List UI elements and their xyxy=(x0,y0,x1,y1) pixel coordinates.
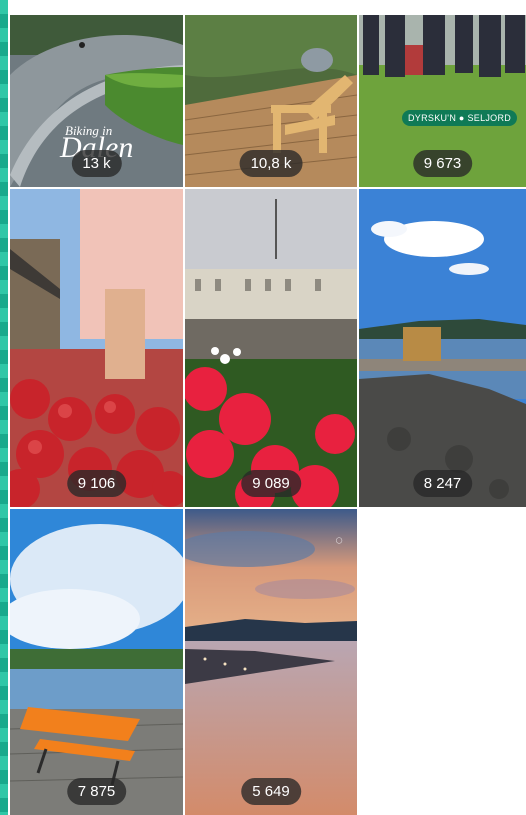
reel-tile-sunset-fjord[interactable]: ◯ 5 649 xyxy=(185,509,357,815)
reel-tile-deck-chair[interactable]: 10,8 k xyxy=(185,15,357,187)
reels-grid: Biking in Dalen 13 k 10,8 k DYRSKU'N ● S… xyxy=(0,0,526,815)
view-count-badge: 9 106 xyxy=(66,470,127,497)
view-count-badge: 8 247 xyxy=(412,470,473,497)
view-count-badge: 13 k xyxy=(71,150,122,177)
view-count-badge: 7 875 xyxy=(66,778,127,805)
reel-thumbnail xyxy=(10,509,183,815)
reel-tile-apple-harvest[interactable]: 9 106 xyxy=(10,189,183,507)
reel-thumbnail xyxy=(185,509,357,815)
reel-tile-lake-sauna[interactable]: 8 247 xyxy=(359,189,526,507)
view-count-badge: 9 673 xyxy=(412,150,473,177)
reel-thumbnail xyxy=(359,189,526,507)
watermark-logo: ◯ xyxy=(335,538,343,544)
view-count-badge: 5 649 xyxy=(241,778,301,805)
reel-tile-bench-lake[interactable]: 7 875 xyxy=(10,509,183,815)
reel-tile-dyrskun-seljord[interactable]: DYRSKU'N ● SELJORD 9 673 xyxy=(359,15,526,187)
reel-tile-town-square[interactable]: 9 089 xyxy=(185,189,357,507)
view-count-badge: 10,8 k xyxy=(239,150,303,177)
reel-tile-biking-dalen[interactable]: Biking in Dalen 13 k xyxy=(10,15,183,187)
event-tag: DYRSKU'N ● SELJORD xyxy=(402,110,518,126)
view-count-badge: 9 089 xyxy=(241,470,301,497)
reel-thumbnail xyxy=(185,189,357,507)
reel-thumbnail xyxy=(10,189,183,507)
